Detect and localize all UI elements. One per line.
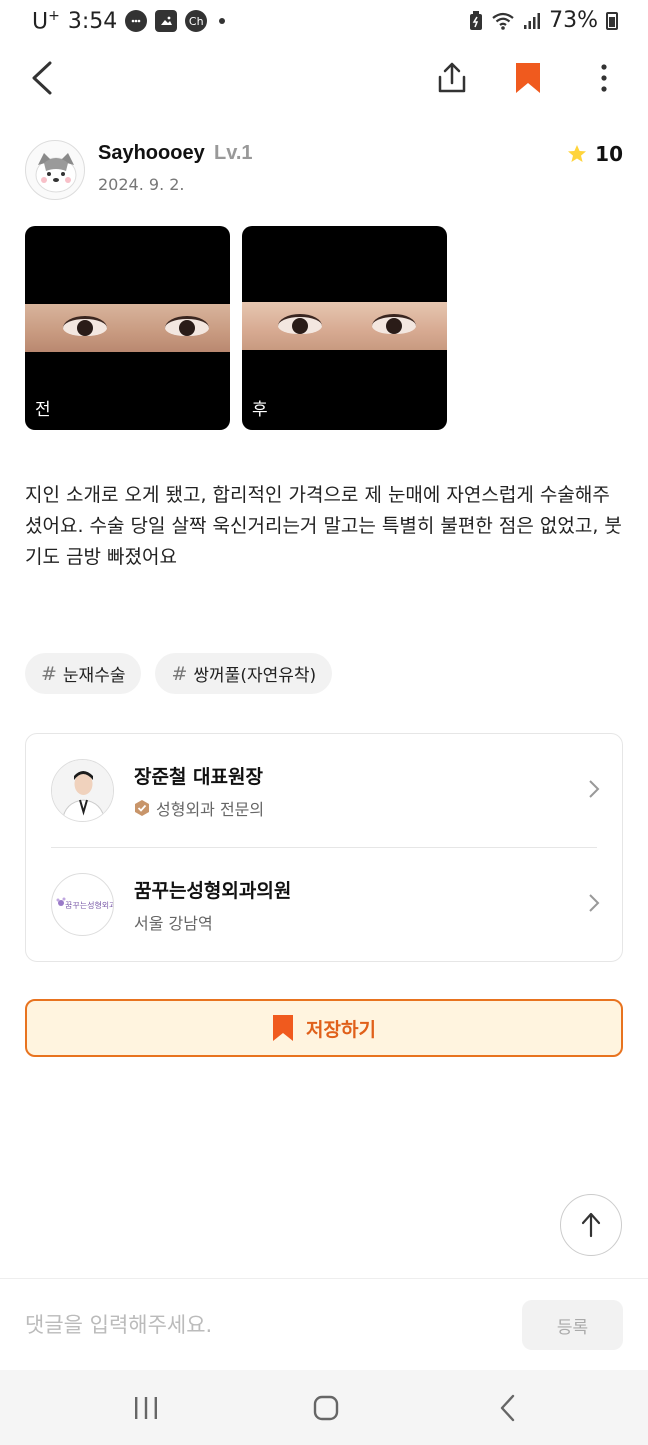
rating-value: 10 bbox=[595, 142, 623, 166]
wifi-icon bbox=[492, 12, 514, 30]
comment-input[interactable] bbox=[25, 1303, 505, 1347]
left-eye bbox=[278, 314, 322, 334]
system-nav-bar bbox=[0, 1370, 648, 1445]
certified-badge-icon bbox=[135, 800, 149, 816]
ch-icon: Ch bbox=[185, 10, 208, 33]
status-left: U+ 3:54 Ch bbox=[32, 8, 226, 34]
tag-chip[interactable]: # 쌍꺼풀(자연유착) bbox=[155, 653, 333, 694]
tag-label: 쌍꺼풀(자연유착) bbox=[193, 666, 317, 686]
author-header: Sayhoooey Lv.1 2024. 9. 2. 10 bbox=[25, 140, 623, 202]
doctor-row[interactable]: 장준철 대표원장 성형외과 전문의 bbox=[26, 734, 622, 848]
post-date: 2024. 9. 2. bbox=[98, 175, 185, 194]
back-button[interactable] bbox=[18, 54, 66, 102]
chevron-right-icon bbox=[589, 894, 600, 912]
tag-chip[interactable]: # 눈재수술 bbox=[25, 653, 142, 694]
left-eye bbox=[63, 316, 107, 336]
carrier: U+ bbox=[32, 8, 60, 34]
share-button[interactable] bbox=[428, 54, 476, 102]
more-icon bbox=[601, 64, 607, 92]
tag-label: 눈재수술 bbox=[62, 666, 126, 686]
photo-after[interactable]: 후 bbox=[242, 226, 447, 430]
doctor-avatar bbox=[51, 759, 114, 822]
review-text: 지인 소개로 오게 됐고, 합리적인 가격으로 제 눈매에 자연스럽게 수술해주… bbox=[25, 484, 622, 568]
battery-saver-icon bbox=[470, 10, 483, 30]
scroll-top-button[interactable] bbox=[560, 1194, 622, 1256]
recent-apps-button[interactable] bbox=[116, 1390, 176, 1426]
bookmark-icon bbox=[516, 63, 540, 93]
share-icon bbox=[438, 62, 466, 93]
bookmark-button[interactable] bbox=[504, 54, 552, 102]
photo-before[interactable]: 전 bbox=[25, 226, 230, 430]
avatar[interactable] bbox=[25, 140, 85, 200]
doctor-specialty-label: 성형외과 전문의 bbox=[156, 800, 265, 819]
doctor-photo-icon bbox=[52, 760, 113, 821]
battery-percent: 73% bbox=[549, 8, 598, 33]
chevron-right-icon bbox=[589, 780, 600, 798]
hash-icon: # bbox=[41, 662, 57, 685]
doctor-specialty: 성형외과 전문의 bbox=[134, 796, 264, 820]
author-name[interactable]: Sayhoooey bbox=[98, 142, 205, 165]
clinic-location: 서울 강남역 bbox=[134, 914, 213, 933]
status-right: 73% bbox=[469, 8, 618, 33]
dot-icon bbox=[219, 18, 226, 25]
battery-icon bbox=[606, 11, 618, 30]
info-card: 장준철 대표원장 성형외과 전문의 꿈꾸는성형외과 꿈꾸는성형외과의원 서울 강… bbox=[25, 733, 623, 962]
recent-apps-icon bbox=[135, 1397, 157, 1419]
carrier-sup: + bbox=[48, 8, 60, 24]
image-icon bbox=[155, 10, 178, 33]
home-icon bbox=[313, 1395, 339, 1421]
comment-submit-button[interactable]: 등록 bbox=[522, 1300, 623, 1350]
eye-photo-strip bbox=[25, 304, 230, 352]
tag-list: # 눈재수술 # 쌍꺼풀(자연유착) bbox=[25, 653, 333, 694]
save-label: 저장하기 bbox=[306, 1018, 376, 1041]
bookmark-icon bbox=[273, 1015, 294, 1041]
arrow-up-icon bbox=[581, 1212, 601, 1238]
hash-icon: # bbox=[171, 662, 188, 685]
author-level: Lv.1 bbox=[214, 142, 253, 164]
clinic-logo-text: 꿈꾸는성형외과 bbox=[65, 901, 114, 910]
comment-bar: 등록 bbox=[0, 1278, 648, 1370]
right-eye bbox=[372, 314, 416, 334]
clinic-name: 꿈꾸는성형외과의원 bbox=[134, 880, 292, 902]
more-button[interactable] bbox=[580, 54, 628, 102]
dog-avatar-icon bbox=[35, 153, 77, 193]
rating: 10 bbox=[567, 142, 623, 166]
time: 3:54 bbox=[67, 8, 118, 34]
chat-icon bbox=[125, 10, 148, 33]
carrier-label: U bbox=[32, 9, 49, 35]
clinic-logo: 꿈꾸는성형외과 bbox=[51, 873, 114, 936]
status-bar: U+ 3:54 Ch 73% bbox=[0, 0, 648, 44]
home-button[interactable] bbox=[296, 1390, 356, 1426]
photo-label-after: 후 bbox=[252, 400, 268, 420]
right-eye bbox=[165, 316, 209, 336]
back-icon bbox=[32, 61, 52, 95]
system-back-button[interactable] bbox=[478, 1390, 538, 1426]
clinic-row[interactable]: 꿈꾸는성형외과 꿈꾸는성형외과의원 서울 강남역 bbox=[26, 848, 622, 962]
back-icon bbox=[500, 1394, 515, 1422]
doctor-name: 장준철 대표원장 bbox=[134, 766, 263, 788]
photo-label-before: 전 bbox=[35, 400, 51, 420]
eye-photo-strip bbox=[242, 302, 447, 350]
save-button[interactable]: 저장하기 bbox=[25, 999, 623, 1057]
star-icon bbox=[568, 145, 587, 162]
signal-icon bbox=[524, 12, 541, 29]
top-nav bbox=[0, 44, 648, 112]
